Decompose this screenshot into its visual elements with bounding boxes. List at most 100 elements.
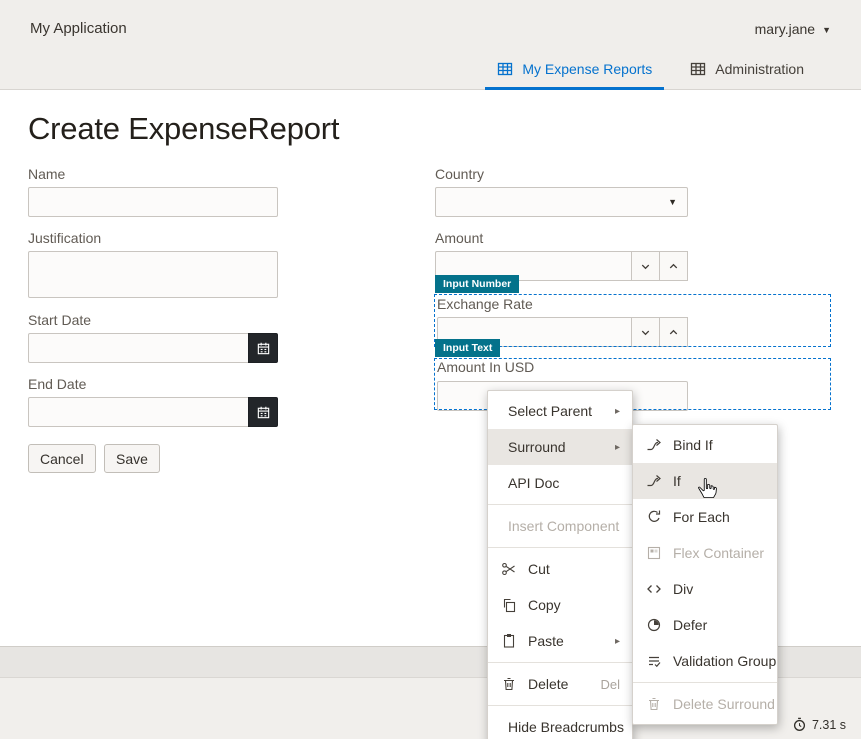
exchange-rate-label: Exchange Rate [437, 296, 533, 312]
page-title: Create ExpenseReport [28, 111, 340, 146]
start-date-field [28, 333, 278, 363]
menu-item-label: Flex Container [673, 545, 765, 561]
grid-icon [497, 61, 513, 77]
menu-item-label: API Doc [508, 475, 560, 491]
menu-item-label: Copy [528, 597, 561, 613]
timer-value: 7.31 s [811, 717, 846, 732]
menu-item-hide-breadcrumbs[interactable]: Hide Breadcrumbs [488, 709, 632, 739]
calendar-icon[interactable] [248, 333, 278, 363]
load-timer: 7.31 s [792, 717, 846, 732]
menu-item-delete[interactable]: Delete Del [488, 666, 632, 702]
save-button[interactable]: Save [104, 444, 160, 473]
paste-icon [501, 633, 517, 649]
menu-item-label: For Each [673, 509, 730, 525]
trash-icon [646, 696, 662, 712]
submenu-arrow-icon: ▸ [614, 441, 620, 453]
step-up-icon[interactable] [659, 251, 688, 281]
context-menu: Select Parent ▸ Surround ▸ API Doc Inser… [487, 390, 633, 739]
menu-item-label: Surround [508, 439, 566, 455]
submenu-item-if[interactable]: If [633, 463, 777, 499]
user-menu[interactable]: mary.jane ▼ [755, 21, 831, 37]
container-icon [646, 545, 662, 561]
menu-item-surround[interactable]: Surround ▸ [488, 429, 632, 465]
submenu-item-defer[interactable]: Defer [633, 607, 777, 643]
name-input[interactable] [28, 187, 278, 217]
step-down-icon[interactable] [631, 317, 660, 347]
validation-icon [646, 653, 662, 669]
submenu-item-div[interactable]: Div [633, 571, 777, 607]
menu-item-copy[interactable]: Copy [488, 587, 632, 623]
tab-administration[interactable]: Administration [678, 50, 816, 90]
tab-my-expense-reports[interactable]: My Expense Reports [485, 50, 665, 90]
justification-label: Justification [28, 230, 102, 246]
surround-submenu: Bind If If For Each Flex Container Div D… [632, 424, 778, 725]
tab-label: Administration [715, 60, 804, 77]
menu-item-label: If [673, 473, 681, 489]
submenu-item-bind-if[interactable]: Bind If [633, 427, 777, 463]
menu-separator [488, 504, 632, 505]
end-date-label: End Date [28, 376, 87, 392]
menu-item-label: Delete Surround [673, 696, 775, 712]
menu-item-select-parent[interactable]: Select Parent ▸ [488, 393, 632, 429]
menu-shortcut: Del [600, 676, 620, 692]
trash-icon [501, 676, 517, 692]
app-title: My Application [30, 20, 127, 37]
menu-separator [488, 705, 632, 706]
amount-in-usd-label: Amount In USD [437, 359, 535, 375]
country-label: Country [435, 166, 485, 182]
submenu-item-validation-group[interactable]: Validation Group [633, 643, 777, 679]
tab-label: My Expense Reports [522, 60, 653, 77]
menu-item-label: Validation Group [673, 653, 777, 669]
end-date-input[interactable] [28, 397, 249, 427]
submenu-item-flex-container: Flex Container [633, 535, 777, 571]
branch-icon [646, 437, 662, 453]
menu-item-label: Div [673, 581, 694, 597]
code-icon [646, 581, 662, 597]
justification-input[interactable] [28, 251, 278, 298]
copy-icon [501, 597, 517, 613]
menu-item-label: Paste [528, 633, 564, 649]
amount-label: Amount [435, 230, 484, 246]
menu-item-label: Select Parent [508, 403, 593, 419]
stopwatch-icon [793, 717, 805, 731]
menu-separator [488, 547, 632, 548]
end-date-field [28, 397, 278, 427]
cancel-button[interactable]: Cancel [28, 444, 96, 473]
start-date-label: Start Date [28, 312, 92, 328]
menu-item-api-doc[interactable]: API Doc [488, 465, 632, 501]
component-badge-input-number: Input Number [435, 275, 520, 293]
menu-item-label: Insert Component [508, 518, 620, 534]
app-header: My Application mary.jane ▼ My Expense Re… [0, 0, 861, 90]
submenu-item-for-each[interactable]: For Each [633, 499, 777, 535]
menu-separator [488, 662, 632, 663]
menu-separator [633, 682, 777, 683]
submenu-arrow-icon: ▸ [614, 635, 620, 647]
scissors-icon [501, 561, 517, 577]
menu-item-paste[interactable]: Paste ▸ [488, 623, 632, 659]
country-select-input[interactable] [435, 187, 688, 217]
submenu-arrow-icon: ▸ [614, 405, 620, 417]
calendar-icon[interactable] [248, 397, 278, 427]
menu-item-label: Delete [528, 676, 569, 692]
user-name: mary.jane [754, 21, 816, 37]
tab-bar: My Expense Reports Administration [485, 50, 816, 90]
defer-clock-icon [646, 617, 662, 633]
name-label: Name [28, 166, 66, 182]
branch-icon [646, 473, 662, 489]
menu-item-label: Cut [528, 561, 550, 577]
step-down-icon[interactable] [631, 251, 660, 281]
component-badge-input-text: Input Text [435, 339, 501, 357]
step-up-icon[interactable] [659, 317, 688, 347]
loop-icon [646, 509, 662, 525]
start-date-input[interactable] [28, 333, 249, 363]
menu-item-label: Defer [673, 617, 708, 633]
screen: My Application mary.jane ▼ My Expense Re… [0, 0, 861, 739]
menu-item-label: Bind If [673, 437, 713, 453]
country-select[interactable]: ▼ [435, 187, 688, 217]
menu-item-label: Hide Breadcrumbs [508, 719, 624, 735]
submenu-item-delete-surround: Delete Surround [633, 686, 777, 722]
menu-item-insert-component: Insert Component [488, 508, 632, 544]
grid-icon [690, 61, 706, 77]
menu-item-cut[interactable]: Cut [488, 551, 632, 587]
chevron-down-icon: ▼ [822, 24, 831, 35]
